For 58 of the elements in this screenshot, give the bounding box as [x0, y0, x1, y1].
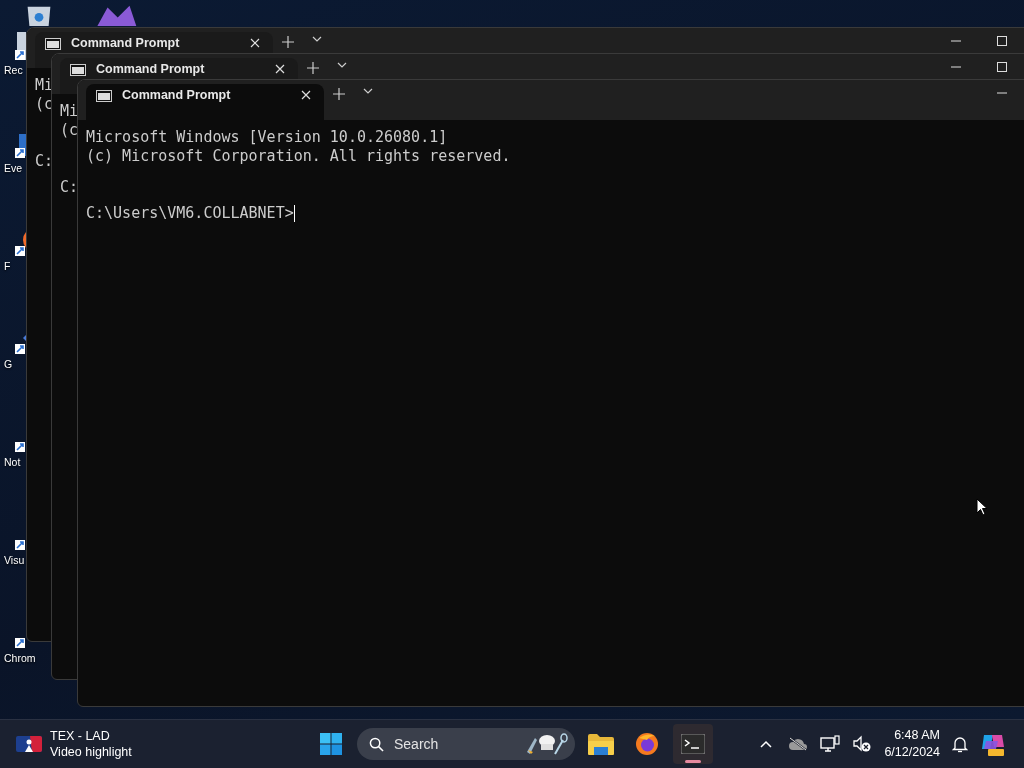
terminal-icon — [681, 734, 705, 754]
clock-date: 6/12/2024 — [884, 744, 940, 761]
search-field[interactable]: Search — [392, 735, 517, 753]
chef-hat-utensils-icon — [525, 732, 569, 756]
search-bar[interactable]: Search — [357, 728, 575, 760]
chevron-down-icon — [363, 88, 373, 94]
baseball-logo-icon — [16, 736, 42, 752]
console-line: (c) Microsoft Corporation. All rights reserved. — [86, 147, 511, 166]
mouse-cursor-icon — [976, 498, 988, 516]
command-prompt-line: C: — [35, 152, 54, 171]
minimize-icon — [951, 40, 961, 42]
search-icon — [369, 736, 384, 752]
terminal-button[interactable] — [673, 724, 713, 764]
console-line: Mi — [60, 102, 79, 121]
desktop-icon-label: Not — [4, 456, 21, 468]
desktop-icon-label: Visu — [4, 554, 25, 566]
text-cursor — [293, 205, 295, 222]
console-line: Mi — [35, 76, 54, 95]
clock[interactable]: 6:48 AM 6/12/2024 — [884, 727, 940, 761]
plus-icon — [282, 36, 294, 48]
close-icon — [301, 90, 311, 100]
command-prompt-line: C:\Users\VM6.COLLABNET> — [86, 204, 294, 223]
folder-icon — [588, 733, 614, 755]
notification-bell-icon[interactable] — [952, 735, 968, 753]
console-line: Microsoft Windows [Version 10.0.26080.1] — [86, 128, 448, 147]
desktop-icon-label: Eve — [4, 162, 23, 174]
desktop-icon-label: G — [4, 358, 13, 370]
minimize-icon — [997, 92, 1007, 94]
command-prompt-icon — [70, 64, 86, 76]
plus-icon — [333, 88, 345, 100]
plus-icon — [307, 62, 319, 74]
windows-logo-icon — [320, 733, 342, 755]
chevron-down-icon — [312, 36, 322, 42]
console-line: (c — [35, 95, 54, 114]
command-prompt-icon — [96, 90, 112, 102]
desktop-icon-label: Chrom — [4, 652, 36, 664]
tab-title: Command Prompt — [71, 35, 181, 51]
console-line: (c — [60, 121, 79, 140]
desktop-icon-label: F — [4, 260, 11, 272]
news-widget[interactable]: TEX - LAD Video highlight — [16, 728, 311, 760]
chevron-up-icon — [760, 740, 773, 748]
clock-time: 6:48 AM — [894, 727, 940, 744]
close-icon — [275, 64, 285, 74]
maximize-icon — [997, 62, 1007, 72]
minimize-icon — [951, 66, 961, 68]
command-prompt-icon — [45, 38, 61, 50]
widget-title: TEX - LAD — [50, 728, 111, 744]
widget-subtitle: Video highlight — [50, 744, 132, 760]
chevron-down-icon — [337, 62, 347, 68]
cloud-off-icon[interactable] — [788, 735, 809, 753]
speaker-muted-icon[interactable] — [852, 735, 873, 753]
maximize-icon — [997, 36, 1007, 46]
terminal-tab[interactable]: Command Prompt — [86, 84, 324, 120]
command-prompt-line: C: — [60, 178, 79, 197]
network-icon[interactable] — [820, 735, 841, 753]
close-icon — [250, 38, 260, 48]
firefox-icon — [635, 732, 659, 756]
desktop-icon-label: Rec — [4, 64, 23, 76]
